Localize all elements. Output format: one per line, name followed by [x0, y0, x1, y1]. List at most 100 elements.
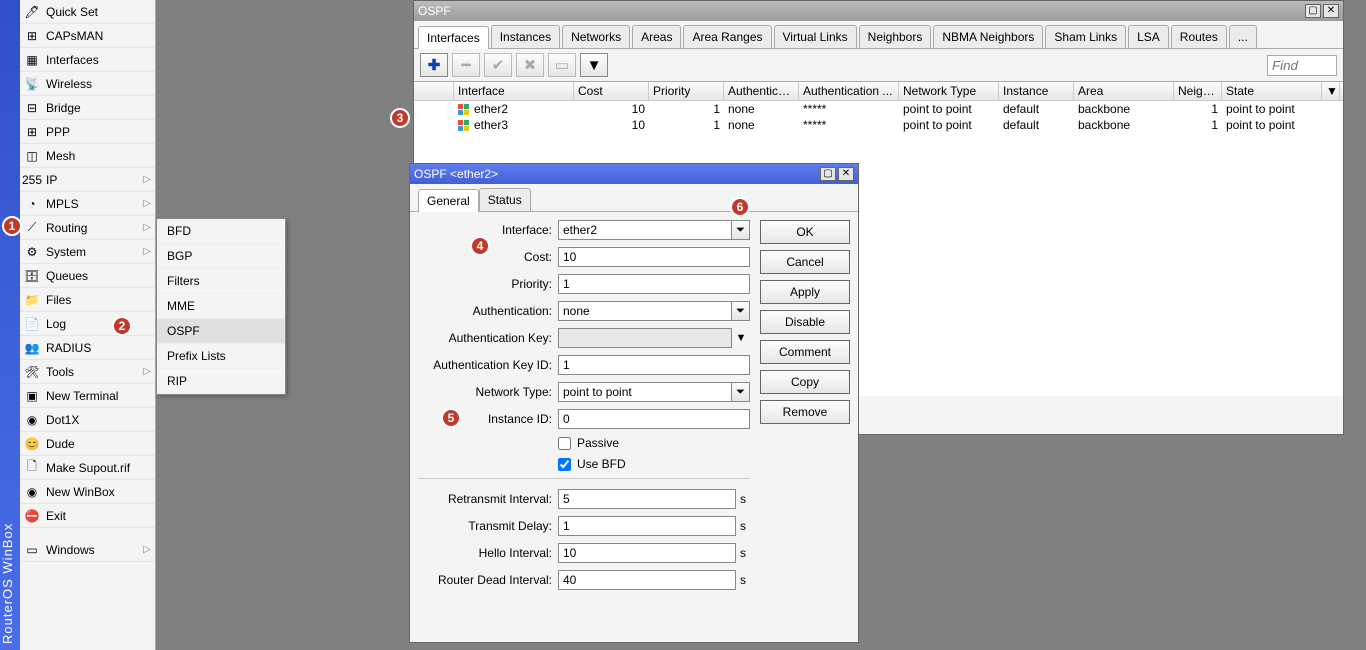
enable-button[interactable]: ✔ [484, 53, 512, 77]
cancel-button[interactable]: Cancel [760, 250, 850, 274]
priority-input[interactable] [558, 274, 750, 294]
tab-networks[interactable]: Networks [562, 25, 630, 48]
column-header[interactable]: Area [1074, 82, 1174, 100]
submenu-item-ospf[interactable]: OSPF [157, 319, 285, 344]
submenu-item-rip[interactable]: RIP [157, 369, 285, 394]
submenu-item-filters[interactable]: Filters [157, 269, 285, 294]
copy-button[interactable]: Copy [760, 370, 850, 394]
tab-nbma-neighbors[interactable]: NBMA Neighbors [933, 25, 1043, 48]
sidebar-item-make-supout-rif[interactable]: 🗋Make Supout.rif [20, 456, 155, 480]
tab-virtual-links[interactable]: Virtual Links [774, 25, 857, 48]
column-header[interactable]: Authentication ... [799, 82, 899, 100]
tab--[interactable]: ... [1229, 25, 1257, 48]
column-menu-icon[interactable]: ▼ [1322, 82, 1340, 100]
sidebar-item-wireless[interactable]: 📡Wireless [20, 72, 155, 96]
column-header[interactable]: Neigh... [1174, 82, 1222, 100]
sidebar-item-radius[interactable]: 👥RADIUS [20, 336, 155, 360]
submenu-item-bgp[interactable]: BGP [157, 244, 285, 269]
column-header[interactable]: Instance [999, 82, 1074, 100]
tab-interfaces[interactable]: Interfaces [418, 26, 489, 49]
sidebar-item-label: PPP [46, 125, 70, 139]
authentication-select[interactable] [558, 301, 732, 321]
tab-status[interactable]: Status [479, 188, 531, 211]
remove-button[interactable]: Remove [760, 400, 850, 424]
sidebar-item-exit[interactable]: ⛔Exit [20, 504, 155, 528]
chevron-right-icon: ▷ [143, 366, 151, 377]
sidebar-item-capsman[interactable]: ⊞CAPsMAN [20, 24, 155, 48]
passive-checkbox[interactable] [558, 437, 571, 450]
sidebar-item-ip[interactable]: 255IP▷ [20, 168, 155, 192]
use-bfd-checkbox[interactable] [558, 458, 571, 471]
auth-key-input[interactable] [558, 328, 732, 348]
maximize-button[interactable]: ▢ [1305, 4, 1321, 18]
column-header[interactable]: Authentica... [724, 82, 799, 100]
sidebar-item-mesh[interactable]: ◫Mesh [20, 144, 155, 168]
sidebar-item-routing[interactable]: ⟋Routing▷ [20, 216, 155, 240]
ospf-window-titlebar[interactable]: OSPF ▢ ✕ [414, 1, 1343, 21]
remove-button[interactable]: ━ [452, 53, 480, 77]
sidebar-item-interfaces[interactable]: ▦Interfaces [20, 48, 155, 72]
cost-input[interactable] [558, 247, 750, 267]
sidebar-item-dude[interactable]: 😊Dude [20, 432, 155, 456]
tab-areas[interactable]: Areas [632, 25, 681, 48]
close-button[interactable]: ✕ [1323, 4, 1339, 18]
ok-button[interactable]: OK [760, 220, 850, 244]
comment-button[interactable]: ▭ [548, 53, 576, 77]
sidebar-item-new-terminal[interactable]: ▣New Terminal [20, 384, 155, 408]
tab-neighbors[interactable]: Neighbors [859, 25, 932, 48]
sidebar-item-ppp[interactable]: ⊞PPP [20, 120, 155, 144]
maximize-button[interactable]: ▢ [820, 167, 836, 181]
hello-interval-input[interactable] [558, 543, 736, 563]
router-dead-interval-input[interactable] [558, 570, 736, 590]
sidebar-item-new-winbox[interactable]: ◉New WinBox [20, 480, 155, 504]
sidebar-item-dot1x[interactable]: ◉Dot1X [20, 408, 155, 432]
apply-button[interactable]: Apply [760, 280, 850, 304]
add-button[interactable]: ✚ [420, 53, 448, 77]
column-header[interactable]: Priority [649, 82, 724, 100]
sidebar-item-windows[interactable]: ▭ Windows ▷ [20, 538, 155, 562]
table-header[interactable]: InterfaceCostPriorityAuthentica...Authen… [414, 82, 1343, 101]
sidebar-item-log[interactable]: 📄Log [20, 312, 155, 336]
dropdown-arrow-icon[interactable]: ⏷ [732, 220, 750, 240]
sidebar-item-mpls[interactable]: ◔MPLS▷ [20, 192, 155, 216]
tab-lsa[interactable]: LSA [1128, 25, 1169, 48]
tab-sham-links[interactable]: Sham Links [1045, 25, 1126, 48]
detail-window-titlebar[interactable]: OSPF <ether2> ▢ ✕ [410, 164, 858, 184]
tab-instances[interactable]: Instances [491, 25, 560, 48]
column-header[interactable] [414, 82, 454, 100]
sidebar-item-tools[interactable]: 🛠Tools▷ [20, 360, 155, 384]
column-header[interactable]: State [1222, 82, 1322, 100]
tab-general[interactable]: General [418, 189, 479, 212]
sidebar-item-quick-set[interactable]: 🖊Quick Set [20, 0, 155, 24]
table-row[interactable]: ether3101none*****point to pointdefaultb… [414, 117, 1343, 133]
submenu-item-mme[interactable]: MME [157, 294, 285, 319]
dropdown-arrow-icon[interactable]: ▼ [732, 328, 750, 348]
transmit-delay-input[interactable] [558, 516, 736, 536]
dropdown-arrow-icon[interactable]: ⏷ [732, 301, 750, 321]
network-type-select[interactable] [558, 382, 732, 402]
tab-area-ranges[interactable]: Area Ranges [683, 25, 771, 48]
column-header[interactable]: Network Type [899, 82, 999, 100]
find-input[interactable] [1267, 55, 1337, 76]
column-header[interactable]: Interface [454, 82, 574, 100]
comment-button[interactable]: Comment [760, 340, 850, 364]
sidebar-item-bridge[interactable]: ⊟Bridge [20, 96, 155, 120]
disable-button[interactable]: Disable [760, 310, 850, 334]
column-header[interactable]: Cost [574, 82, 649, 100]
interface-select[interactable] [558, 220, 732, 240]
sidebar-item-files[interactable]: 📁Files [20, 288, 155, 312]
retransmit-interval-input[interactable] [558, 489, 736, 509]
label-instance-id: Instance ID: [418, 412, 558, 426]
sidebar-item-queues[interactable]: 🗄Queues [20, 264, 155, 288]
auth-key-id-input[interactable] [558, 355, 750, 375]
close-button[interactable]: ✕ [838, 167, 854, 181]
submenu-item-bfd[interactable]: BFD [157, 219, 285, 244]
disable-button[interactable]: ✖ [516, 53, 544, 77]
filter-button[interactable]: ▼ [580, 53, 608, 77]
tab-routes[interactable]: Routes [1171, 25, 1227, 48]
dropdown-arrow-icon[interactable]: ⏷ [732, 382, 750, 402]
sidebar-item-system[interactable]: ⚙System▷ [20, 240, 155, 264]
submenu-item-prefix-lists[interactable]: Prefix Lists [157, 344, 285, 369]
table-row[interactable]: ether2101none*****point to pointdefaultb… [414, 101, 1343, 117]
instance-id-input[interactable] [558, 409, 750, 429]
